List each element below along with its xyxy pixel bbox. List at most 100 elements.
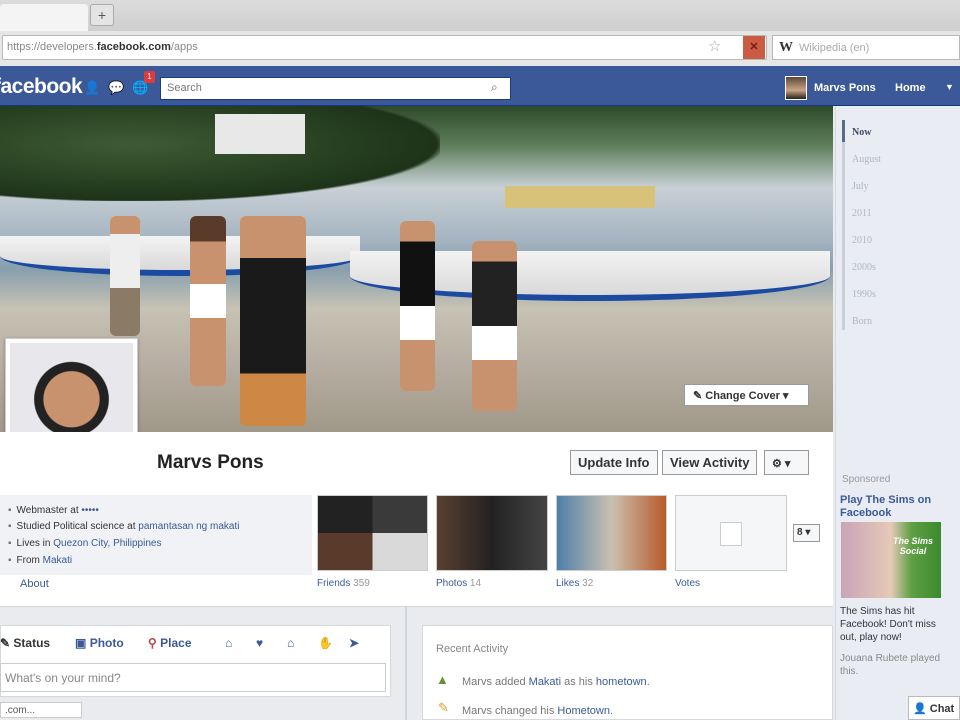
info-text: Studied Political science at	[16, 521, 139, 532]
ad-title[interactable]: Play The Sims on Facebook	[840, 494, 950, 520]
activity-text: .	[646, 676, 650, 688]
status-bar-url: .com...	[0, 702, 82, 718]
photo-icon: ▣	[75, 636, 87, 650]
browser-tab[interactable]	[0, 4, 88, 31]
ad-social-context: Jouana Rubete played this.	[840, 653, 941, 677]
about-link[interactable]: About	[20, 578, 49, 590]
cover-person	[190, 216, 226, 386]
votes-thumbnail[interactable]	[675, 495, 787, 571]
life-event-home-icon[interactable]: ⌂	[287, 636, 294, 650]
bookmark-star-icon[interactable]: ☆	[708, 37, 721, 55]
profile-name: Marvs Pons	[157, 452, 264, 473]
life-event-work-icon[interactable]: ⌂	[225, 636, 232, 650]
votes-label[interactable]: Votes	[675, 578, 700, 589]
chat-icon: 👤	[913, 703, 927, 715]
activity-text: as his	[561, 676, 596, 688]
activity-link[interactable]: Hometown	[557, 705, 610, 717]
timeline-born[interactable]: Born	[852, 316, 872, 327]
likes-label[interactable]: Likes 32	[556, 578, 593, 589]
change-cover-button[interactable]: ✎ Change Cover ▾	[684, 384, 809, 406]
cover-person	[110, 216, 140, 336]
timeline-2011[interactable]: 2011	[852, 208, 872, 219]
place-icon: ⚲	[148, 636, 157, 650]
divider	[0, 606, 833, 607]
timeline-july[interactable]: July	[852, 181, 869, 192]
life-event-travel-icon[interactable]: ➤	[349, 636, 359, 650]
activity-link[interactable]: Makati	[529, 676, 561, 688]
timeline-scrubber-indicator	[842, 120, 845, 142]
info-link[interactable]: Quezon City, Philippines	[53, 538, 161, 549]
photos-label[interactable]: Photos 14	[436, 578, 481, 589]
info-text: Webmaster at	[16, 505, 82, 516]
search-engine-placeholder: Wikipedia (en)	[799, 42, 870, 54]
work-icon: ▪	[8, 505, 12, 516]
info-text: From	[16, 555, 43, 566]
url-domain: facebook.com	[96, 41, 171, 53]
settings-button[interactable]: ⚙ ▾	[764, 450, 809, 475]
timeline-1990s[interactable]: 1990s	[852, 289, 876, 300]
section-count: 14	[469, 578, 482, 589]
account-menu-icon[interactable]: ▼	[945, 82, 954, 92]
cover-building	[215, 114, 305, 154]
messages-icon[interactable]: 💬	[108, 80, 124, 95]
ad-image[interactable]: The Sims Social	[841, 522, 941, 598]
url-prefix: https://developers.	[7, 41, 97, 53]
sponsored-label: Sponsored	[842, 474, 891, 485]
view-activity-button[interactable]: View Activity	[662, 450, 758, 475]
new-tab-button[interactable]: +	[90, 4, 114, 26]
search-input[interactable]: Search	[160, 77, 511, 100]
cover-person	[240, 216, 306, 426]
friend-requests-icon[interactable]: 👤	[84, 80, 100, 95]
status-tab[interactable]: ✎ Status	[0, 636, 50, 650]
photos-thumbnail[interactable]	[436, 495, 548, 571]
activity-row: Marvs changed his Hometown.	[462, 705, 613, 717]
recent-activity-title: Recent Activity	[436, 643, 509, 655]
info-from: ▪ From Makati	[8, 555, 72, 566]
activity-text: .	[609, 705, 614, 717]
photo-tab[interactable]: ▣ Photo	[75, 636, 124, 650]
timeline-now[interactable]: Now	[852, 127, 871, 138]
likes-thumbnail[interactable]	[556, 495, 667, 571]
activity-text: Marvs added	[462, 676, 529, 688]
notification-badge: 1	[144, 71, 155, 83]
info-link[interactable]: Makati	[43, 555, 72, 566]
cover-person	[472, 241, 517, 411]
user-avatar[interactable]	[785, 76, 807, 100]
timeline-2010[interactable]: 2010	[852, 235, 872, 246]
status-input[interactable]: What's on your mind?	[0, 663, 386, 692]
address-bar[interactable]: https://developers.facebook.com/apps	[2, 35, 767, 60]
life-event-heart-icon[interactable]: ♥	[256, 636, 263, 650]
facebook-logo[interactable]: facebook	[0, 75, 83, 99]
url-path: /apps	[170, 41, 198, 53]
timeline-2000s[interactable]: 2000s	[852, 262, 876, 273]
activity-text: Marvs changed his	[462, 705, 558, 717]
cover-boat	[0, 236, 360, 276]
activity-link[interactable]: hometown	[596, 676, 647, 688]
place-label: Place	[160, 636, 192, 650]
info-link[interactable]: pamantasan ng makati	[138, 521, 239, 532]
search-icon[interactable]: ⌕	[491, 80, 498, 95]
chat-button[interactable]: 👤 Chat	[908, 696, 960, 720]
friends-label[interactable]: Friends 359	[317, 578, 370, 589]
more-sections-button[interactable]: 8 ▾	[793, 524, 820, 542]
info-link[interactable]: •••••	[81, 505, 99, 516]
section-label: Photos	[436, 578, 468, 589]
info-education: ▪ Studied Political science at pamantasan…	[8, 521, 239, 532]
activity-row: Marvs added Makati as his hometown.	[462, 676, 650, 688]
change-cover-label: Change Cover	[705, 390, 780, 402]
friends-thumbnail[interactable]	[317, 495, 428, 571]
stop-icon[interactable]: ✕	[743, 36, 765, 59]
pencil-icon: ✎	[438, 700, 449, 715]
place-tab[interactable]: ⚲ Place	[148, 636, 192, 650]
status-label: Status	[13, 636, 51, 650]
cover-person	[400, 221, 435, 391]
section-label: Likes	[556, 578, 580, 589]
search-engine-box[interactable]: W Wikipedia (en)	[772, 35, 960, 60]
profile-link[interactable]: Marvs Pons	[814, 82, 876, 94]
life-event-health-icon[interactable]: ✋	[318, 636, 333, 650]
home-link[interactable]: Home	[895, 82, 926, 94]
update-info-button[interactable]: Update Info	[570, 450, 658, 475]
timeline-scrubber-track	[842, 120, 845, 330]
ad-text: The Sims has hit Facebook! Don't miss ou…	[840, 606, 936, 643]
timeline-august[interactable]: August	[852, 154, 881, 165]
